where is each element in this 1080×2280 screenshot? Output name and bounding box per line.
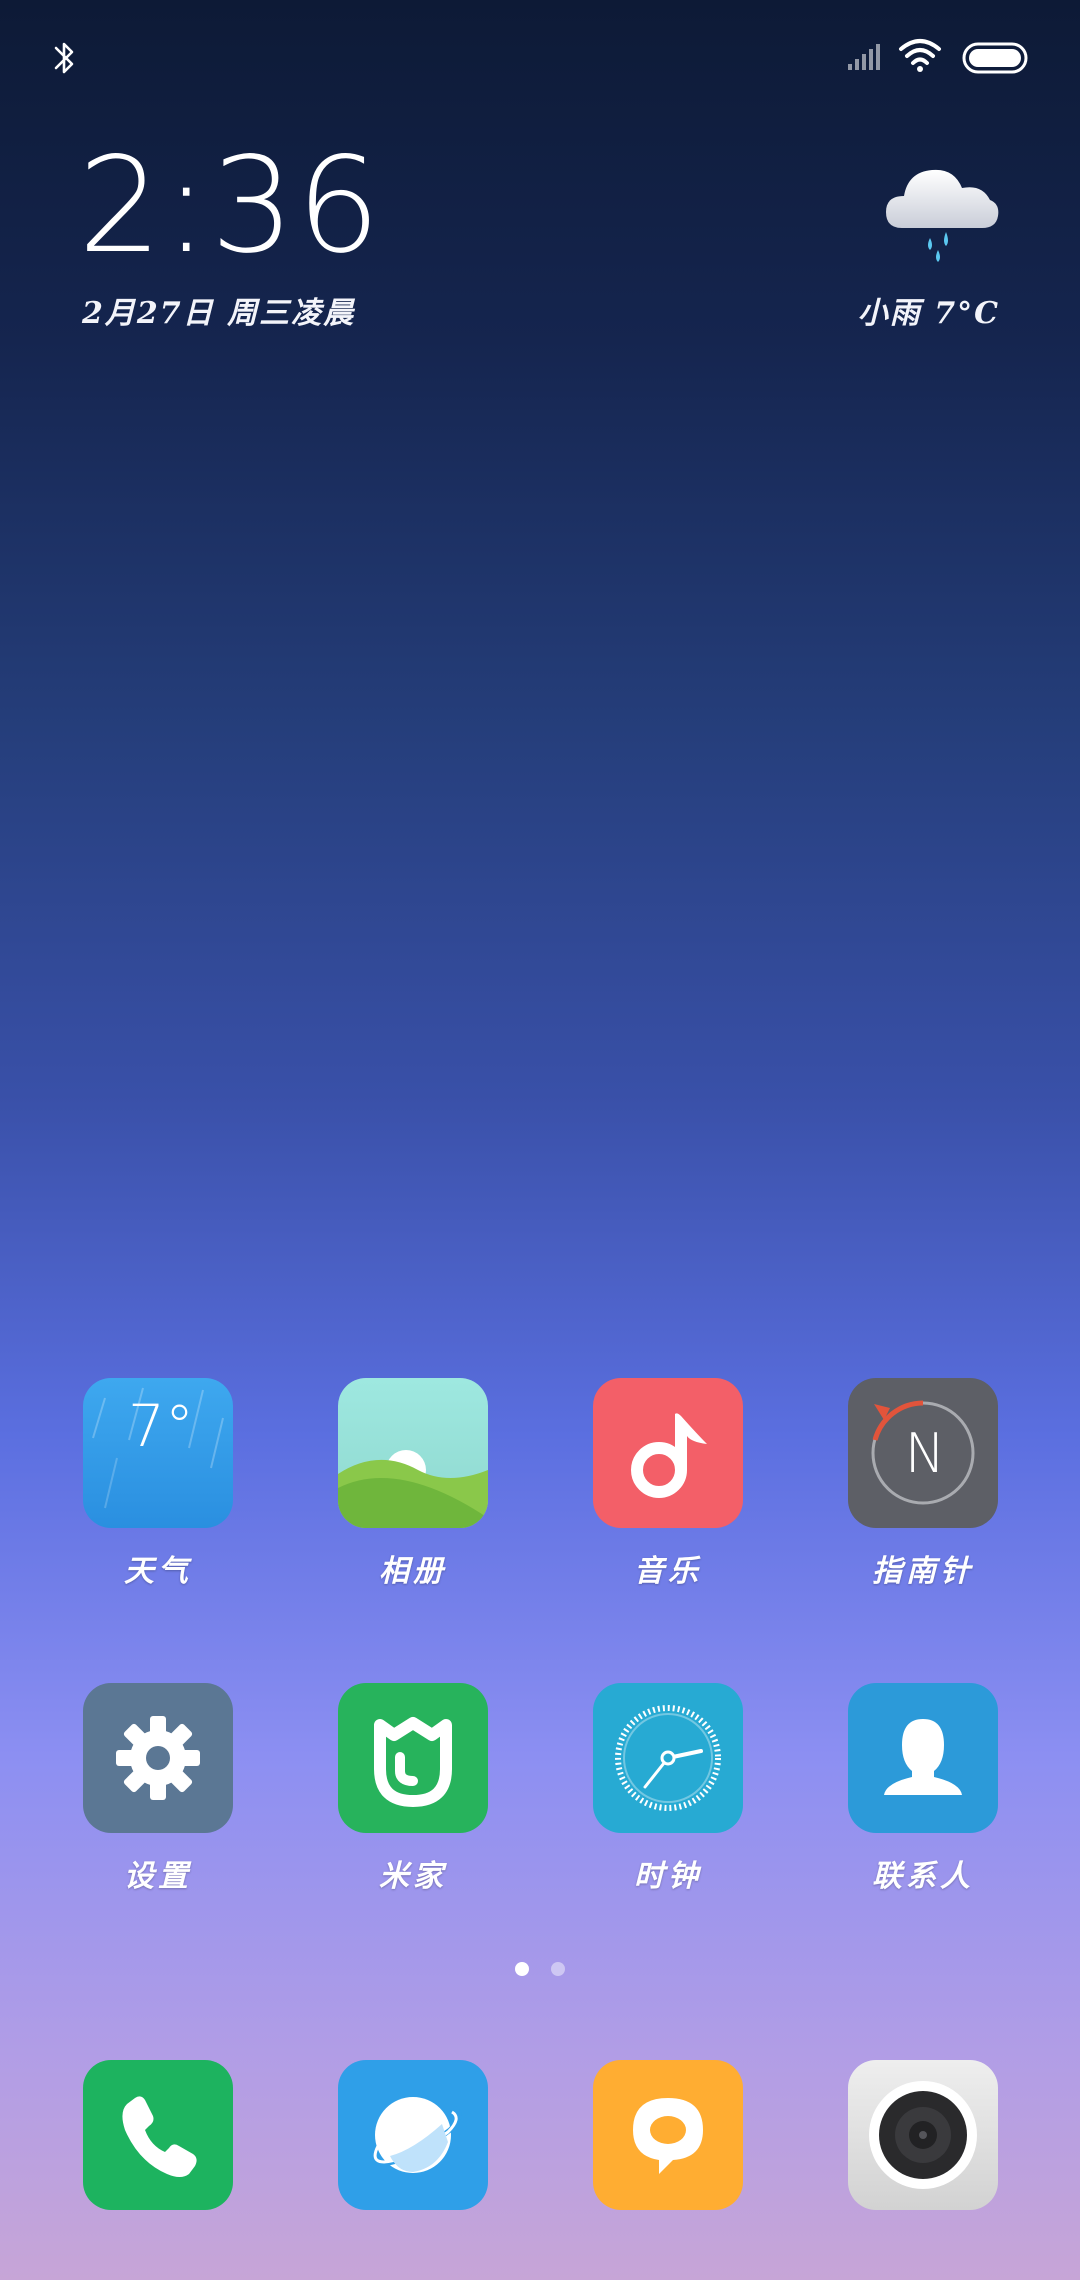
app-label-contacts: 联系人 (872, 1859, 974, 1894)
clock-time[interactable]: 2:36 (78, 140, 382, 272)
contacts-icon[interactable] (848, 1683, 998, 1833)
app-mijia[interactable]: 米家 (323, 1683, 503, 1895)
clock-date: 2月27日 周三凌晨 (82, 296, 356, 331)
weather-app-temp: 7° (128, 1392, 194, 1460)
phone-icon[interactable] (83, 2060, 233, 2210)
app-contacts[interactable]: 联系人 (833, 1683, 1013, 1895)
compass-letter: N (905, 1422, 945, 1485)
app-label-compass: 指南针 (872, 1554, 974, 1589)
browser-icon[interactable] (338, 2060, 488, 2210)
page-indicator (510, 1962, 570, 1982)
battery-icon (962, 42, 1028, 74)
compass-icon[interactable]: N (848, 1378, 998, 1528)
app-label-mijia: 米家 (379, 1859, 447, 1894)
app-music[interactable]: 音乐 (578, 1378, 758, 1590)
rain-cloud-icon[interactable] (880, 150, 1004, 270)
music-icon[interactable] (593, 1378, 743, 1528)
messages-icon[interactable] (593, 2060, 743, 2210)
app-label-weather: 天气 (124, 1554, 192, 1589)
app-weather[interactable]: 7° 天气 (68, 1378, 248, 1590)
app-clock[interactable]: 时钟 (578, 1683, 758, 1895)
app-label-settings: 设置 (124, 1859, 192, 1894)
camera-icon[interactable] (848, 2060, 998, 2210)
app-gallery[interactable]: 相册 (323, 1378, 503, 1590)
bluetooth-icon (54, 42, 74, 74)
signal-icon (848, 44, 880, 70)
status-bar (0, 0, 1080, 110)
page-dot-active[interactable] (515, 1962, 529, 1976)
app-settings[interactable]: 设置 (68, 1683, 248, 1895)
clock-icon[interactable] (593, 1683, 743, 1833)
app-label-music: 音乐 (634, 1554, 702, 1589)
settings-icon[interactable] (83, 1683, 233, 1833)
dock (0, 2050, 1080, 2230)
wifi-icon (899, 39, 941, 72)
app-label-clock: 时钟 (634, 1859, 702, 1894)
gallery-icon[interactable] (338, 1378, 488, 1528)
weather-summary: 小雨 7°C (857, 296, 1000, 331)
mijia-icon[interactable] (338, 1683, 488, 1833)
page-dot[interactable] (551, 1962, 565, 1976)
app-label-gallery: 相册 (379, 1554, 447, 1589)
app-compass[interactable]: N 指南针 (833, 1378, 1013, 1590)
weather-app-icon[interactable]: 7° (83, 1378, 233, 1528)
